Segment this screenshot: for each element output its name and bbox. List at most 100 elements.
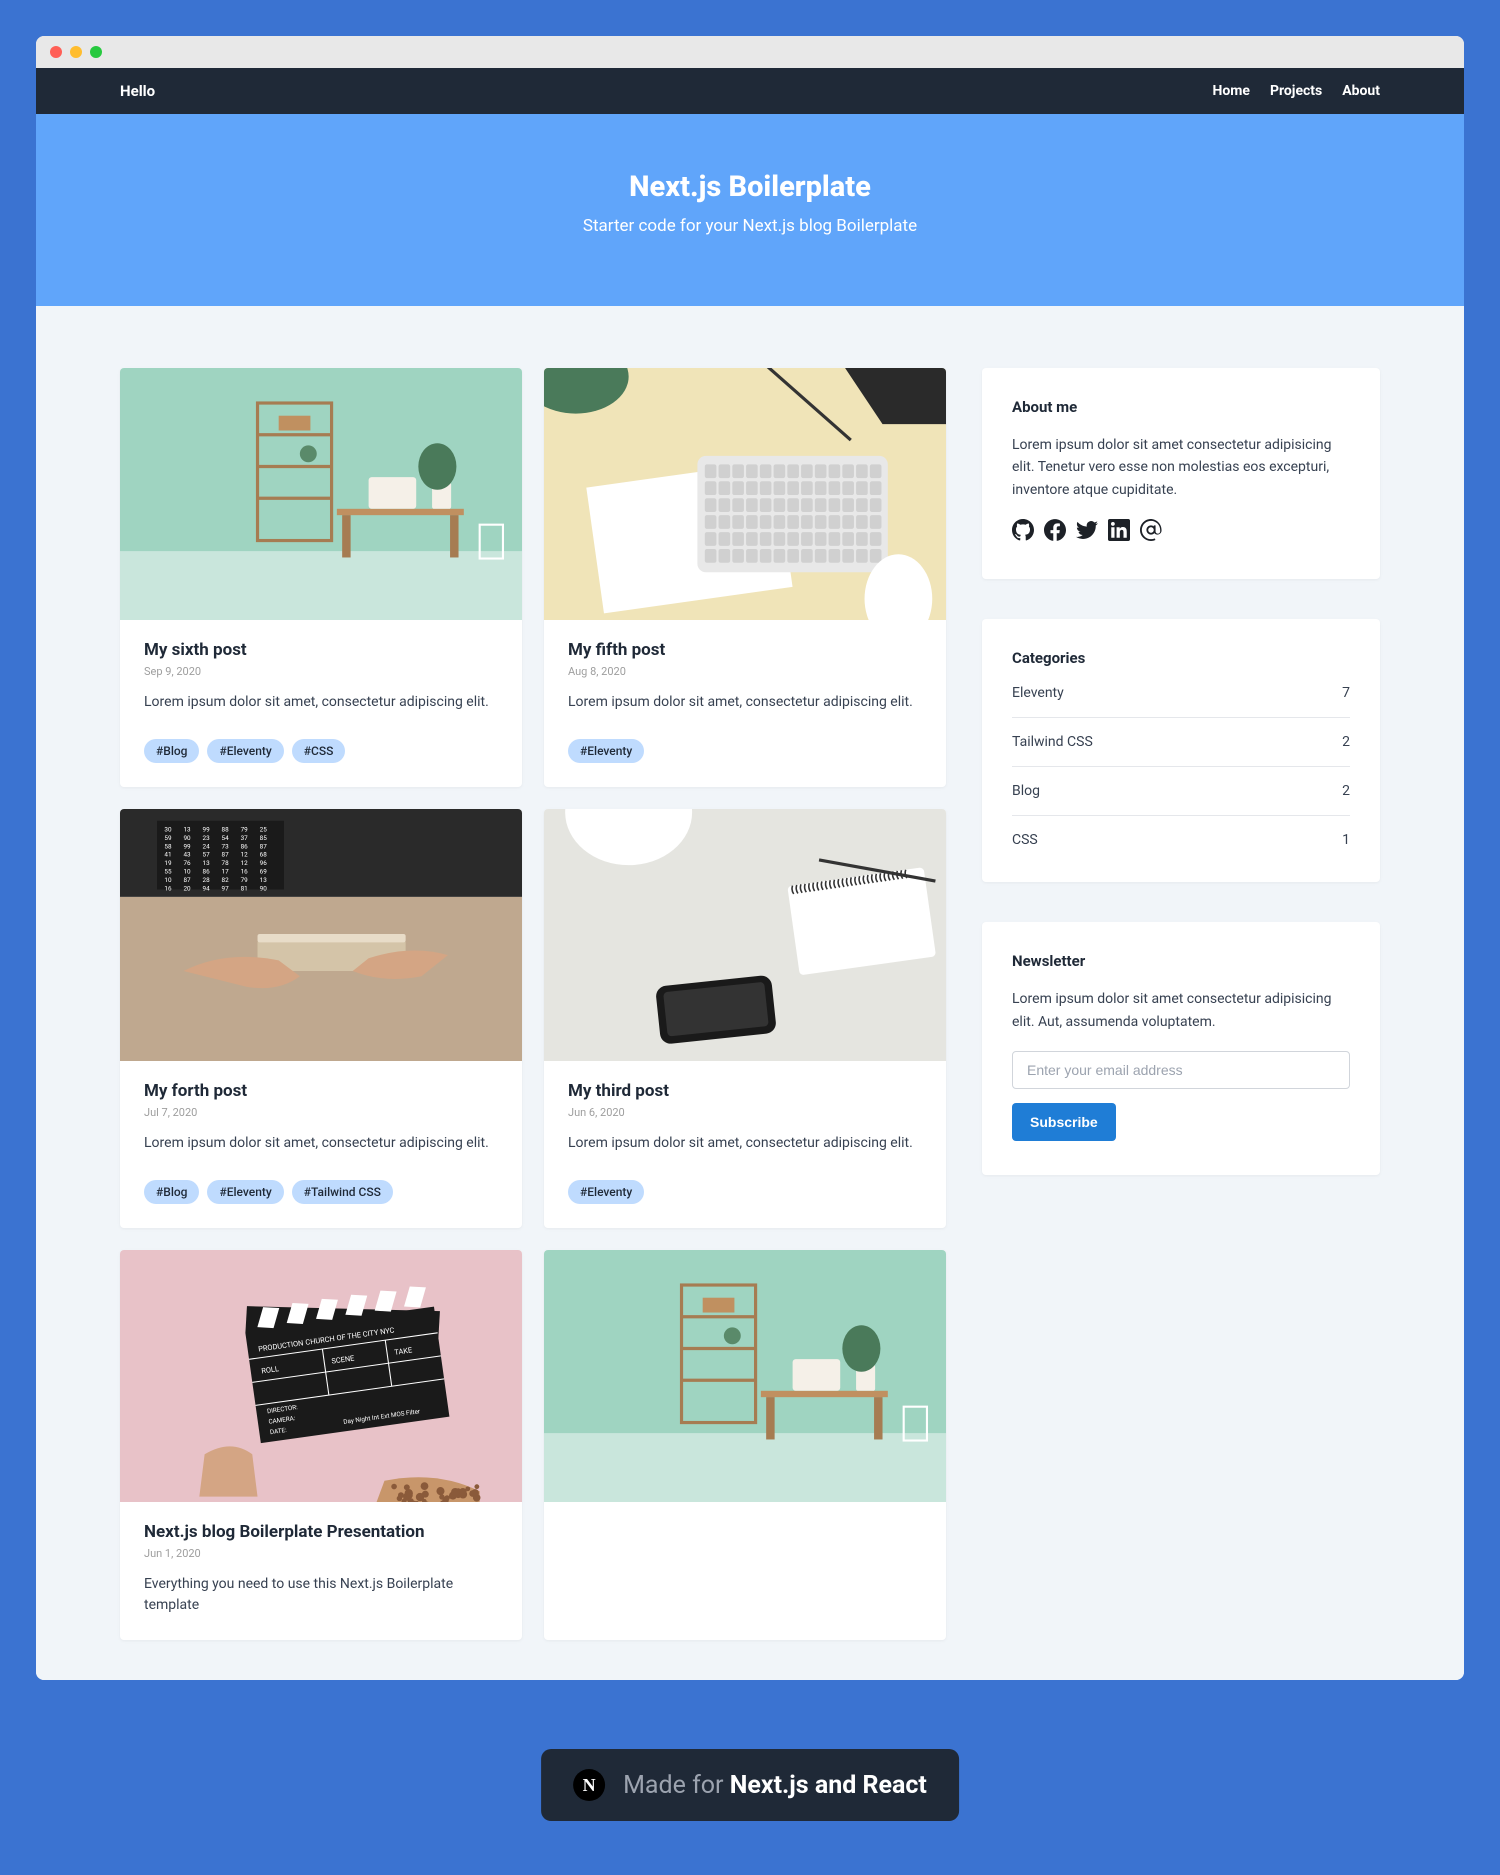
category-item[interactable]: Tailwind CSS 2 [1012, 718, 1350, 767]
svg-text:96: 96 [260, 859, 268, 867]
post-image: 3013998879255990235437855899247386874143… [120, 809, 522, 1061]
svg-text:57: 57 [203, 851, 211, 859]
svg-text:16: 16 [241, 868, 249, 876]
post-title: My forth post [144, 1081, 498, 1101]
svg-text:99: 99 [183, 842, 191, 850]
svg-text:37: 37 [241, 834, 249, 842]
github-icon[interactable] [1012, 519, 1034, 545]
post-excerpt: Lorem ipsum dolor sit amet, consectetur … [144, 1133, 498, 1154]
newsletter-panel: Newsletter Lorem ipsum dolor sit amet co… [982, 922, 1380, 1175]
toast-bold: Next.js and React [730, 1771, 927, 1800]
svg-text:87: 87 [183, 876, 191, 884]
post-card[interactable]: PRODUCTIONCHURCH OF THE CITY NYCROLLSCEN… [120, 1250, 522, 1640]
category-item[interactable]: Blog 2 [1012, 767, 1350, 816]
post-image [544, 368, 946, 620]
post-tags: #Blog #Eleventy #CSS [144, 739, 498, 763]
post-excerpt: Lorem ipsum dolor sit amet, consectetur … [144, 692, 498, 713]
browser-window: Hello Home Projects About Next.js Boiler… [36, 36, 1464, 1680]
post-date: Sep 9, 2020 [144, 665, 498, 678]
svg-text:17: 17 [222, 868, 230, 876]
facebook-icon[interactable] [1044, 519, 1066, 545]
nav-link-home[interactable]: Home [1212, 83, 1249, 99]
post-date: Jul 7, 2020 [144, 1106, 498, 1119]
post-card[interactable]: My sixth post Sep 9, 2020 Lorem ipsum dolo… [120, 368, 522, 787]
post-card[interactable]: My fifth postAug 8, 2020Lorem ipsum dolo… [544, 368, 946, 787]
svg-text:25: 25 [260, 825, 268, 833]
tag[interactable]: #Blog [144, 1180, 199, 1204]
email-icon[interactable] [1140, 519, 1162, 545]
newsletter-heading: Newsletter [1012, 952, 1350, 970]
svg-text:90: 90 [183, 834, 191, 842]
svg-text:87: 87 [260, 842, 268, 850]
svg-text:85: 85 [260, 834, 268, 842]
post-tags: #Eleventy [568, 739, 922, 763]
post-tags: #Blog #Eleventy #Tailwind CSS [144, 1180, 498, 1204]
post-card[interactable] [544, 1250, 946, 1640]
email-input[interactable] [1012, 1051, 1350, 1089]
post-tags: #Eleventy [568, 1180, 922, 1204]
category-count: 2 [1342, 734, 1350, 750]
svg-text:99: 99 [203, 825, 211, 833]
svg-text:94: 94 [203, 885, 211, 893]
linkedin-icon[interactable] [1108, 519, 1130, 545]
hero-subtitle: Starter code for your Next.js blog Boile… [56, 216, 1444, 236]
about-heading: About me [1012, 398, 1350, 416]
sidebar: About me Lorem ipsum dolor sit amet cons… [982, 368, 1380, 1175]
category-name: CSS [1012, 832, 1038, 848]
svg-text:86: 86 [203, 868, 211, 876]
nav-link-projects[interactable]: Projects [1270, 83, 1322, 99]
content: My sixth post Sep 9, 2020 Lorem ipsum dolo… [36, 306, 1464, 1680]
svg-text:68: 68 [260, 851, 268, 859]
category-item[interactable]: CSS1 [1012, 816, 1350, 848]
svg-text:20: 20 [183, 885, 191, 893]
titlebar [36, 36, 1464, 68]
posts-grid: My sixth post Sep 9, 2020 Lorem ipsum dolo… [120, 368, 946, 1640]
post-card[interactable]: 3013998879255990235437855899247386874143… [120, 809, 522, 1228]
category-name: Blog [1012, 783, 1040, 799]
category-count: 2 [1342, 783, 1350, 799]
post-title: My sixth post [144, 640, 498, 660]
post-image [544, 809, 946, 1061]
svg-text:79: 79 [241, 876, 249, 884]
close-icon[interactable] [50, 46, 62, 58]
svg-text:69: 69 [260, 868, 268, 876]
post-image [544, 1250, 946, 1502]
categories-list: Eleventy7 Tailwind CSS 2 Blog 2 CSS1 [1012, 685, 1350, 848]
subscribe-button[interactable]: Subscribe [1012, 1103, 1116, 1141]
category-name: Tailwind CSS [1012, 734, 1093, 750]
about-text: Lorem ipsum dolor sit amet consectetur a… [1012, 434, 1350, 501]
minimize-icon[interactable] [70, 46, 82, 58]
hero-title: Next.js Boilerplate [56, 170, 1444, 204]
tag[interactable]: #Eleventy [568, 739, 644, 763]
tag[interactable]: #Tailwind CSS [292, 1180, 393, 1204]
post-date: Aug 8, 2020 [568, 665, 922, 678]
post-date: Jun 6, 2020 [568, 1106, 922, 1119]
nav-link-about[interactable]: About [1342, 83, 1380, 99]
post-card[interactable]: My third postJun 6, 2020Lorem ipsum dolo… [544, 809, 946, 1228]
about-panel: About me Lorem ipsum dolor sit amet cons… [982, 368, 1380, 579]
svg-text:88: 88 [222, 825, 230, 833]
navbar: Hello Home Projects About [36, 68, 1464, 114]
category-item[interactable]: Eleventy7 [1012, 685, 1350, 718]
tag[interactable]: #Blog [144, 739, 199, 763]
brand[interactable]: Hello [120, 82, 155, 100]
tag[interactable]: #Eleventy [207, 739, 283, 763]
tag[interactable]: #Eleventy [207, 1180, 283, 1204]
svg-text:58: 58 [164, 842, 172, 850]
toast: N Made for Next.js and React [541, 1749, 959, 1821]
svg-text:87: 87 [222, 851, 230, 859]
twitter-icon[interactable] [1076, 519, 1098, 545]
svg-text:86: 86 [241, 842, 249, 850]
toast-pre: Made for [623, 1771, 730, 1800]
svg-text:12: 12 [241, 859, 249, 867]
svg-text:28: 28 [203, 876, 211, 884]
tag[interactable]: #CSS [292, 739, 346, 763]
svg-text:23: 23 [203, 834, 211, 842]
maximize-icon[interactable] [90, 46, 102, 58]
svg-text:13: 13 [203, 859, 211, 867]
categories-heading: Categories [1012, 649, 1350, 667]
svg-text:13: 13 [260, 876, 268, 884]
svg-text:73: 73 [222, 842, 230, 850]
tag[interactable]: #Eleventy [568, 1180, 644, 1204]
post-excerpt: Lorem ipsum dolor sit amet, consectetur … [568, 1133, 922, 1154]
